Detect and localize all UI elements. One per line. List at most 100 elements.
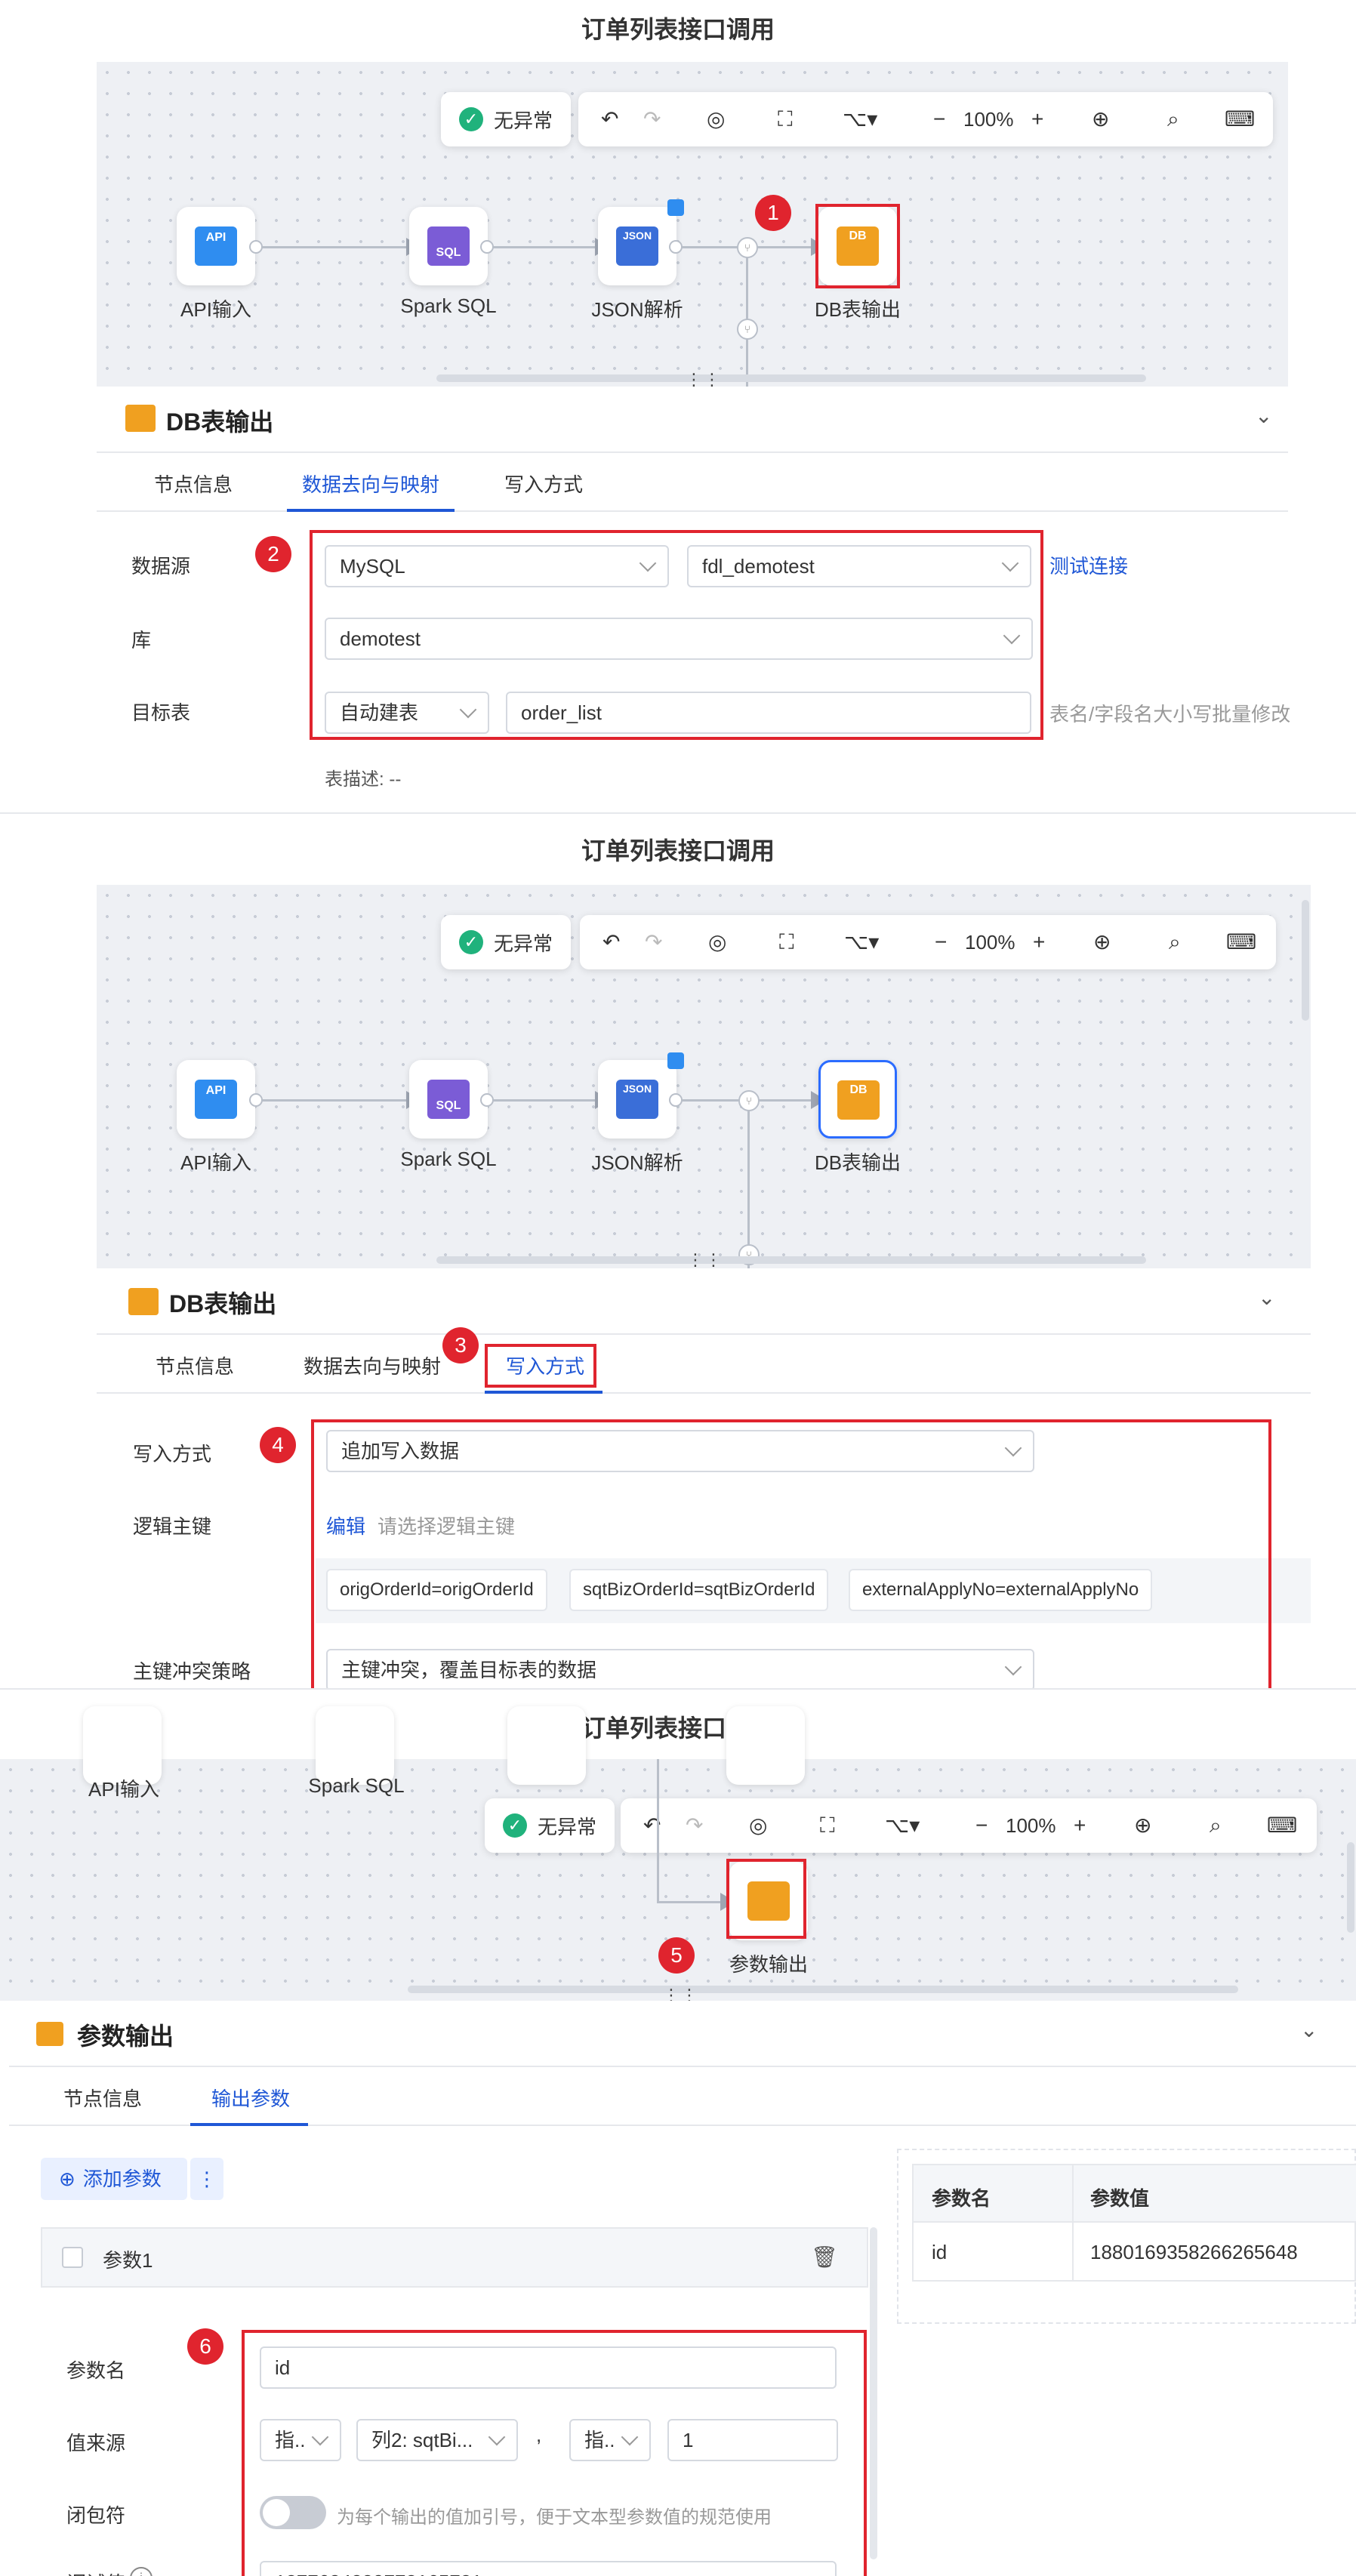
branch-icon[interactable]: ⑂ — [737, 237, 758, 258]
api-icon: API — [195, 226, 237, 266]
tab-node-info[interactable]: 节点信息 — [156, 1351, 234, 1379]
status-indicator[interactable]: ✓ 无异常 — [485, 1798, 615, 1853]
form-scrollbar[interactable] — [870, 2227, 877, 2559]
node-api-input[interactable]: API — [177, 207, 255, 285]
output-preview-table: 参数名 参数值 id 1880169358266265648 — [912, 2164, 1356, 2282]
undo-icon[interactable]: ↶ — [601, 107, 618, 131]
flow-canvas[interactable]: ✓ 无异常 ↶ ↷ ◎ ⛶ ⌥▾ − 100% + ⊕ ⌕ ⌨ API API输… — [97, 62, 1288, 387]
fit-view-icon[interactable]: ⛶ — [820, 1813, 835, 1838]
output-port[interactable] — [249, 1093, 263, 1107]
redo-icon[interactable]: ↷ — [643, 107, 661, 131]
label-datasource: 数据源 — [131, 555, 191, 578]
node-json-parse[interactable]: JSON — [598, 1060, 676, 1139]
keyboard-icon[interactable]: ⌨ — [1267, 1813, 1297, 1838]
flow-canvas[interactable]: API输入 Spark SQL ✓ 无异常 ↶ ↷ ◎ ⛶ ⌥▾ − 100% … — [0, 1706, 1356, 2001]
search-icon[interactable]: ⌕ — [1167, 107, 1179, 131]
trash-icon[interactable]: 🗑 — [811, 2245, 838, 2269]
node-spark-sql[interactable]: SQL — [409, 207, 488, 285]
chevron-down-icon[interactable]: ⌄ — [1300, 2017, 1317, 2042]
label-write-mode: 写入方式 — [133, 1443, 212, 1465]
label-conflict-strategy: 主键冲突策略 — [133, 1660, 251, 1683]
chevron-down-icon[interactable]: ⌄ — [1255, 403, 1272, 428]
tab-node-info[interactable]: 节点信息 — [154, 470, 233, 498]
highlight-box — [815, 204, 900, 288]
keyboard-icon[interactable]: ⌨ — [1225, 107, 1255, 131]
redo-icon[interactable]: ↷ — [686, 1813, 703, 1838]
keyboard-icon[interactable]: ⌨ — [1226, 930, 1256, 954]
locate-icon[interactable]: ⊕ — [1093, 930, 1111, 954]
section-db-mapping: 订单列表接口调用 ✓ 无异常 ↶ ↷ ◎ ⛶ ⌥▾ − 100% + ⊕ ⌕ ⌨… — [0, 0, 1356, 814]
label-logical-pk: 逻辑主键 — [133, 1515, 212, 1538]
node-label-db: DB表输出 — [814, 298, 901, 321]
layout-icon[interactable]: ⌥▾ — [844, 930, 879, 954]
sql-icon: SQL — [427, 1080, 470, 1119]
param-output-panel: 参数输出 ⌄ 节点信息 输出参数 ⊕ 添加参数 ⋮ 参数1 🗑 参数名 id 值来… — [9, 2001, 1356, 2576]
locate-icon[interactable]: ⊕ — [1134, 1813, 1151, 1838]
column-divider — [1072, 2165, 1074, 2280]
redo-icon[interactable]: ↷ — [645, 930, 662, 954]
node-json-parse[interactable] — [507, 1706, 586, 1785]
canvas-scrollbar[interactable] — [436, 374, 1146, 382]
tab-mapping[interactable]: 数据去向与映射 — [304, 1351, 441, 1379]
layout-icon[interactable]: ⌥▾ — [885, 1813, 920, 1838]
layout-icon[interactable]: ⌥▾ — [843, 107, 877, 131]
output-port[interactable] — [480, 240, 494, 254]
node-api-input[interactable] — [83, 1706, 162, 1785]
node-spark-sql[interactable] — [316, 1706, 394, 1785]
panel-header: DB表输出 ⌄ — [97, 387, 1288, 453]
output-port[interactable] — [669, 240, 683, 254]
branch-icon[interactable]: ⑂ — [738, 1090, 760, 1111]
param-checkbox[interactable] — [62, 2247, 83, 2268]
fingerprint-icon[interactable]: ◎ — [749, 1813, 767, 1838]
zoom-in-icon[interactable]: + — [1031, 107, 1043, 131]
tab-node-info[interactable]: 节点信息 — [63, 2084, 142, 2112]
step-badge: 5 — [658, 1937, 695, 1974]
table-description: 表描述: -- — [325, 769, 402, 790]
label-target-table: 目标表 — [131, 701, 191, 724]
info-icon[interactable]: i — [130, 2567, 153, 2576]
add-param-button[interactable]: ⊕ 添加参数 — [41, 2158, 187, 2200]
test-connection-link[interactable]: 测试连接 — [1049, 551, 1128, 579]
node-spark-sql[interactable]: SQL — [409, 1060, 488, 1139]
zoom-in-icon[interactable]: + — [1074, 1813, 1086, 1838]
node-label-api: API输入 — [88, 1778, 159, 1801]
zoom-out-icon[interactable]: − — [933, 107, 945, 131]
search-icon[interactable]: ⌕ — [1210, 1813, 1222, 1838]
locate-icon[interactable]: ⊕ — [1092, 107, 1109, 131]
flow-canvas[interactable]: ✓ 无异常 ↶ ↷ ◎ ⛶ ⌥▾ − 100% + ⊕ ⌕ ⌨ API API输… — [97, 885, 1311, 1268]
node-api-input[interactable]: API — [177, 1060, 255, 1139]
output-port[interactable] — [249, 240, 263, 254]
status-indicator[interactable]: ✓ 无异常 — [441, 915, 572, 969]
canvas-vertical-scrollbar[interactable] — [1302, 900, 1309, 1021]
zoom-out-icon[interactable]: − — [975, 1813, 988, 1838]
status-indicator[interactable]: ✓ 无异常 — [441, 92, 572, 146]
canvas-scrollbar[interactable] — [436, 1256, 1146, 1264]
node-label-spark: Spark SQL — [400, 1148, 497, 1170]
zoom-out-icon[interactable]: − — [935, 930, 947, 954]
more-options-button[interactable]: ⋮ — [190, 2158, 223, 2200]
fit-view-icon[interactable]: ⛶ — [779, 930, 794, 954]
node-db-output[interactable] — [726, 1706, 805, 1785]
chevron-down-icon[interactable]: ⌄ — [1258, 1285, 1275, 1310]
fit-view-icon[interactable]: ⛶ — [778, 107, 793, 131]
canvas-scrollbar[interactable] — [408, 1986, 1238, 1993]
case-batch-hint[interactable]: 表名/字段名大小写批量修改 — [1049, 699, 1290, 727]
branch-icon[interactable]: ⑂ — [737, 319, 758, 340]
node-json-parse[interactable]: JSON — [598, 207, 676, 285]
tab-output-params[interactable]: 输出参数 — [211, 2084, 290, 2112]
output-port[interactable] — [480, 1093, 494, 1107]
output-port[interactable] — [669, 1093, 683, 1107]
node-db-output[interactable]: DB — [818, 1060, 897, 1139]
resize-handle-icon[interactable]: ⋮⋮ — [687, 1250, 723, 1270]
zoom-in-icon[interactable]: + — [1033, 930, 1045, 954]
tab-mapping[interactable]: 数据去向与映射 — [302, 470, 439, 498]
db-output-panel: DB表输出 ⌄ 节点信息 数据去向与映射 写入方式 数据源 MySQL fdl_… — [97, 387, 1290, 814]
fingerprint-icon[interactable]: ◎ — [707, 107, 725, 131]
highlight-box — [242, 2330, 867, 2576]
undo-icon[interactable]: ↶ — [602, 930, 620, 954]
search-icon[interactable]: ⌕ — [1169, 930, 1181, 954]
canvas-vertical-scrollbar[interactable] — [1347, 1842, 1354, 1933]
fingerprint-icon[interactable]: ◎ — [708, 930, 726, 954]
tab-write-mode[interactable]: 写入方式 — [504, 470, 583, 498]
panel-header: DB表输出 ⌄ — [97, 1268, 1311, 1335]
